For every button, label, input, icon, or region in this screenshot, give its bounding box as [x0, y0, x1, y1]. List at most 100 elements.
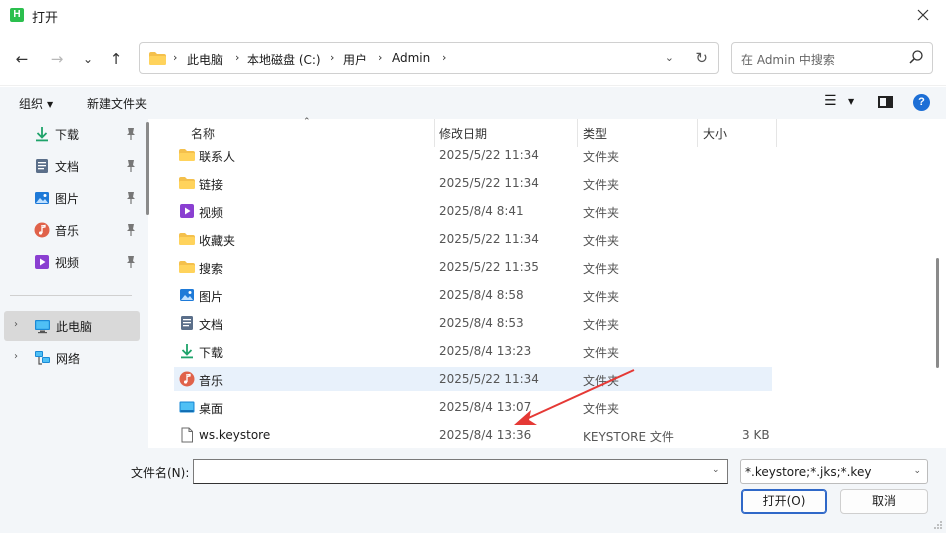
sidebar-scrollbar[interactable] [146, 122, 149, 215]
refresh-icon[interactable]: ↻ [695, 49, 708, 67]
file-list-scrollbar[interactable] [936, 258, 939, 368]
file-date: 2025/5/22 11:34 [439, 148, 539, 162]
organize-menu[interactable]: 组织 ▼ [19, 95, 53, 112]
back-button[interactable]: ← [10, 48, 34, 70]
up-button[interactable]: ↑ [104, 48, 128, 70]
forward-button[interactable]: → [45, 48, 69, 70]
sort-ascending-icon: ⌃ [303, 117, 311, 127]
table-row[interactable]: 图片 2025/8/4 8:58 文件夹 [174, 283, 772, 307]
column-divider[interactable] [776, 119, 777, 147]
open-button[interactable]: 打开(O) [741, 489, 827, 514]
file-type: 文件夹 [583, 290, 620, 304]
table-row[interactable]: 搜索 2025/5/22 11:35 文件夹 [174, 255, 772, 279]
sidebar-item-documents[interactable]: 文档 [0, 151, 148, 181]
pin-icon[interactable] [126, 159, 136, 173]
recent-locations-button[interactable]: ⌄ [76, 48, 100, 70]
column-header-name[interactable]: 名称 [191, 125, 215, 142]
table-row[interactable]: 文档 2025/8/4 8:53 文件夹 [174, 311, 772, 335]
pin-icon[interactable] [126, 191, 136, 205]
dialog-footer: 文件名(N): ⌄ *.keystore;*.jks;*.key ⌄ 打开(O)… [0, 448, 946, 533]
sidebar-item-videos[interactable]: 视频 [0, 247, 148, 277]
file-name: 视频 [199, 206, 224, 220]
breadcrumb-this-pc[interactable]: 此电脑 [187, 51, 223, 68]
file-name: 搜索 [199, 262, 224, 276]
download-icon [36, 127, 48, 142]
file-date: 2025/8/4 8:41 [439, 204, 524, 218]
caret-down-icon[interactable]: ▼ [848, 97, 854, 106]
file-name: 下载 [199, 346, 224, 360]
file-type: KEYSTORE 文件 [583, 430, 674, 444]
address-dropdown-icon[interactable]: ⌄ [665, 51, 674, 64]
view-menu-icon[interactable]: ☰ [824, 93, 837, 109]
table-row[interactable]: 联系人 2025/5/22 11:34 文件夹 [174, 143, 772, 167]
file-type: 文件夹 [583, 262, 620, 276]
file-type: 文件夹 [583, 234, 620, 248]
chevron-right-icon: › [378, 51, 383, 64]
network-icon [35, 351, 50, 365]
breadcrumb-users[interactable]: 用户 [343, 51, 367, 68]
preview-pane-icon[interactable] [878, 96, 893, 108]
file-date: 2025/5/22 11:35 [439, 260, 539, 274]
table-row[interactable]: 链接 2025/5/22 11:34 文件夹 [174, 171, 772, 195]
breadcrumb-admin[interactable]: Admin [392, 51, 430, 65]
table-row[interactable]: 下载 2025/8/4 13:23 文件夹 [174, 339, 772, 363]
table-row[interactable]: 收藏夹 2025/5/22 11:34 文件夹 [174, 227, 772, 251]
file-icon [181, 427, 193, 443]
file-date: 2025/8/4 8:53 [439, 316, 524, 330]
file-type: 文件夹 [583, 318, 620, 332]
chevron-down-icon[interactable]: ⌄ [712, 465, 720, 475]
table-row[interactable]: ws.keystore 2025/8/4 13:36 KEYSTORE 文件 3… [174, 423, 772, 447]
close-button[interactable] [900, 0, 946, 30]
file-name: 音乐 [199, 374, 224, 388]
sidebar-item-label: 网络 [56, 352, 81, 366]
pin-icon[interactable] [126, 127, 136, 141]
file-type: 文件夹 [583, 402, 620, 416]
sidebar-item-this-pc[interactable]: › 此电脑 [4, 311, 140, 341]
app-icon: H [10, 8, 24, 22]
column-header-type[interactable]: 类型 [583, 125, 607, 142]
column-header-size[interactable]: 大小 [703, 125, 727, 142]
window-title: 打开 [32, 11, 59, 26]
file-size: 3 KB [742, 428, 770, 442]
folder-icon [179, 149, 195, 161]
file-type-filter[interactable]: *.keystore;*.jks;*.key ⌄ [740, 459, 928, 484]
table-row[interactable]: 视频 2025/8/4 8:41 文件夹 [174, 199, 772, 223]
search-box[interactable]: 在 Admin 中搜索 [731, 42, 933, 74]
address-bar[interactable]: › 此电脑 › 本地磁盘 (C:) › 用户 › Admin › ⌄ ↻ [139, 42, 719, 74]
search-icon[interactable] [908, 49, 924, 65]
filename-input[interactable] [193, 459, 728, 484]
filename-label: 文件名(N): [131, 466, 190, 480]
folder-icon [179, 177, 195, 189]
sidebar-item-pictures[interactable]: 图片 [0, 183, 148, 213]
chevron-right-icon[interactable]: › [14, 351, 18, 362]
help-icon[interactable]: ? [913, 94, 930, 111]
title-bar: H 打开 [0, 0, 946, 30]
sidebar-item-downloads[interactable]: 下载 [0, 119, 148, 149]
new-folder-button[interactable]: 新建文件夹 [87, 95, 147, 112]
folder-icon [179, 261, 195, 273]
file-date: 2025/8/4 13:07 [439, 400, 532, 414]
resize-grip-icon[interactable] [933, 520, 943, 530]
file-type: 文件夹 [583, 374, 620, 388]
pin-icon[interactable] [126, 255, 136, 269]
file-name: 收藏夹 [199, 234, 236, 248]
file-date: 2025/5/22 11:34 [439, 176, 539, 190]
pin-icon[interactable] [126, 223, 136, 237]
breadcrumb-local-disk[interactable]: 本地磁盘 (C:) [247, 51, 321, 68]
file-name: 桌面 [199, 402, 224, 416]
column-header-date[interactable]: 修改日期 [439, 125, 487, 142]
chevron-right-icon: › [330, 51, 335, 64]
sidebar-item-music[interactable]: 音乐 [0, 215, 148, 245]
chevron-right-icon[interactable]: › [14, 319, 18, 330]
computer-icon [35, 320, 50, 334]
table-row[interactable]: 音乐 2025/5/22 11:34 文件夹 [174, 367, 772, 391]
sidebar-item-network[interactable]: › 网络 [4, 343, 140, 373]
close-icon [917, 9, 929, 21]
chevron-right-icon: › [173, 51, 178, 64]
table-row[interactable]: 桌面 2025/8/4 13:07 文件夹 [174, 395, 772, 419]
file-type: 文件夹 [583, 346, 620, 360]
file-type-filter-value: *.keystore;*.jks;*.key [745, 465, 872, 479]
file-date: 2025/8/4 8:58 [439, 288, 524, 302]
file-name: 链接 [199, 178, 224, 192]
cancel-button[interactable]: 取消 [840, 489, 928, 514]
